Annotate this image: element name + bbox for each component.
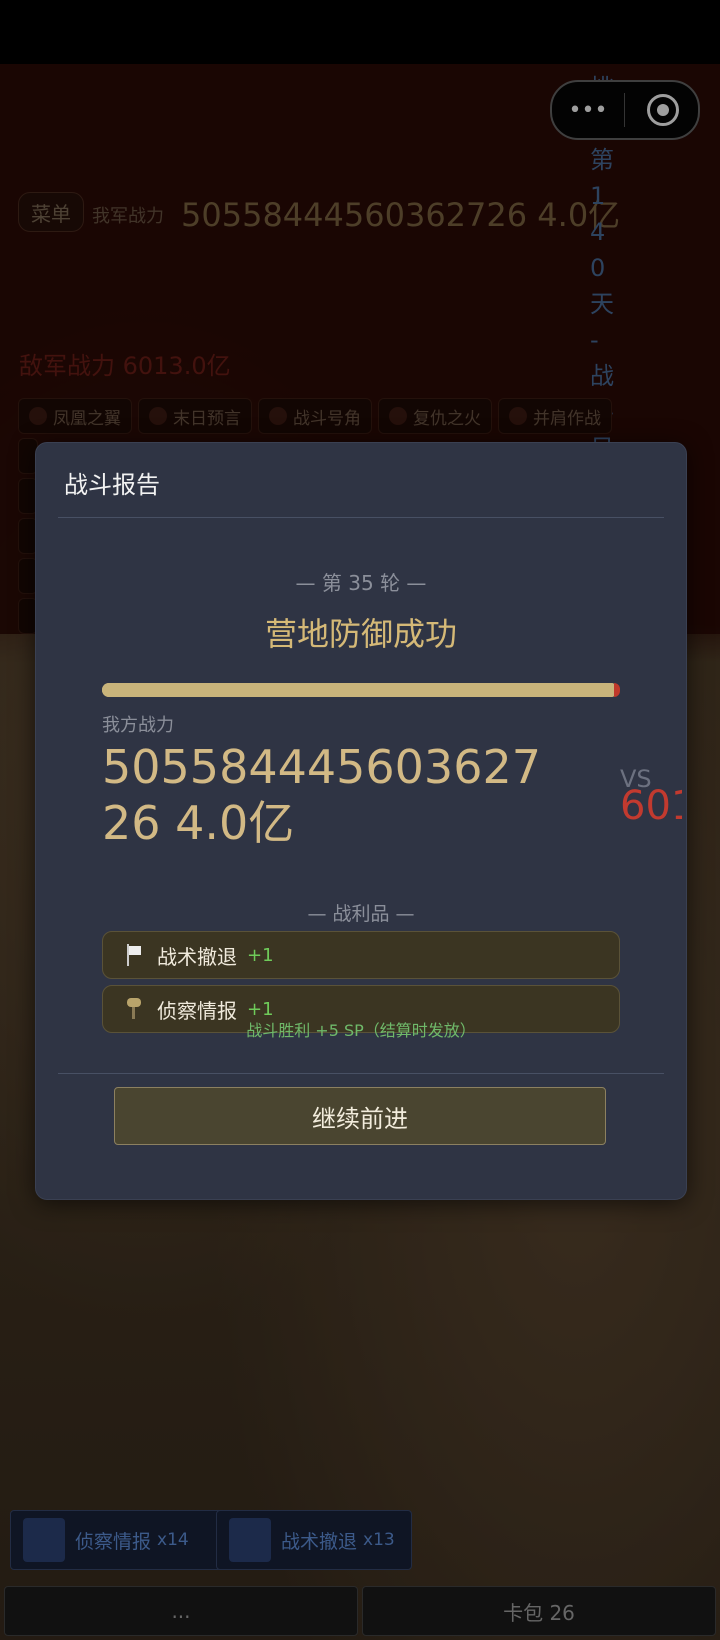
binoculars-icon: [23, 1518, 65, 1562]
bottom-bar: ... 卡包 26: [4, 1586, 716, 1636]
dialog-title: 战斗报告: [64, 471, 160, 499]
flag-icon: [125, 944, 143, 966]
enemy-power-bar-end: [614, 683, 620, 697]
round-label: — 第 35 轮 —: [295, 571, 427, 595]
more-button[interactable]: ...: [4, 1586, 358, 1636]
inventory-name: 战术撤退: [281, 1530, 358, 1553]
divider: [58, 1073, 664, 1074]
divider: [58, 517, 664, 518]
power-bar-fill: [102, 683, 613, 697]
loot-name: 战术撤退: [157, 944, 237, 969]
loot-title: — 战利品 —: [307, 903, 415, 925]
battle-report-dialog: 战斗报告 — 第 35 轮 — 营地防御成功 我方战力 505584445603…: [35, 442, 687, 1200]
our-power-label: 我方战力: [102, 715, 174, 736]
loot-count: +1: [247, 944, 274, 966]
continue-button[interactable]: 继续前进: [114, 1087, 606, 1145]
power-compare-bar: [102, 683, 618, 697]
inventory-count: x14: [157, 1530, 189, 1550]
card-pack-button[interactable]: 卡包 26: [362, 1586, 716, 1636]
inventory-item[interactable]: 侦察情报 x14: [10, 1510, 226, 1570]
battle-result: 营地防御成功: [264, 615, 457, 653]
sp-reward-note: 战斗胜利 +5 SP（结算时发放）: [246, 1021, 476, 1040]
our-power-value: 50558444560362726 4.0亿: [102, 740, 541, 850]
flag-icon: [229, 1518, 271, 1562]
inventory-name: 侦察情报: [75, 1530, 152, 1553]
loot-item: 战术撤退 +1: [102, 931, 620, 979]
inventory-count: x13: [363, 1530, 395, 1550]
enemy-power-value: 6013.0亿: [620, 783, 682, 829]
inventory-item[interactable]: 战术撤退 x13: [216, 1510, 412, 1570]
